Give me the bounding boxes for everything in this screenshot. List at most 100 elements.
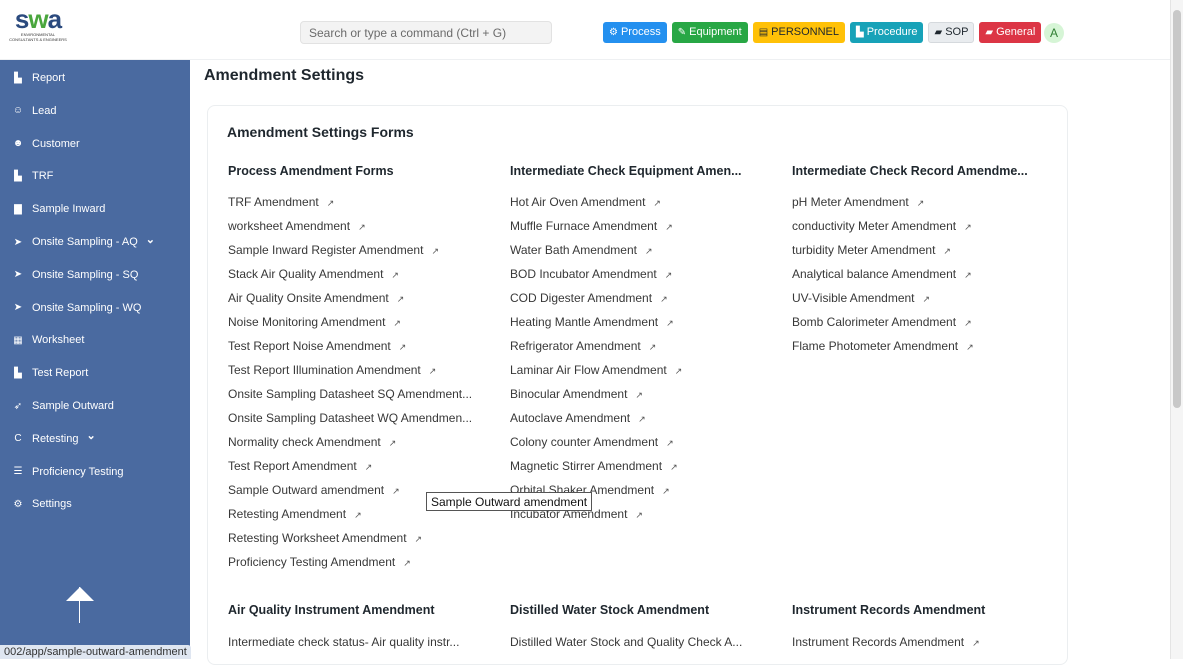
quick-button-procedure[interactable]: ▙ Procedure bbox=[850, 22, 924, 43]
company-logo[interactable]: swa ENVIRONMENTAL CONSULTANTS & ENGINEER… bbox=[8, 6, 68, 52]
sidebar: ▙ Report ☺ Lead ☻ Customer ▙ TRF ▇ Sample Inward ➤… bbox=[0, 60, 190, 659]
amendment-link[interactable]: Heating Mantle Amendment ↗ bbox=[510, 315, 674, 329]
amendment-link[interactable]: Intermediate check status- Air quality i… bbox=[228, 635, 459, 649]
amendment-link[interactable]: Hot Air Oven Amendment ↗ bbox=[510, 195, 661, 209]
amendment-link[interactable]: Sample Inward Register Amendment ↗ bbox=[228, 243, 439, 257]
amendment-link[interactable]: Bomb Calorimeter Amendment ↗ bbox=[792, 315, 972, 329]
amendment-link[interactable]: TRF Amendment ↗ bbox=[228, 195, 334, 209]
sidebar-item-test-report[interactable]: ▙ Test Report bbox=[12, 358, 88, 388]
settings-card bbox=[207, 105, 1068, 665]
quick-button-label: General bbox=[996, 26, 1036, 38]
sidebar-item-sample-inward[interactable]: ▇ Sample Inward bbox=[12, 194, 105, 224]
quick-links: ⚙ Process ✎ Equipment ▤ PERSONNEL ▙ Procedure ▰ S… bbox=[603, 22, 1042, 43]
sidebar-item-retesting[interactable]: C Retesting ⌄ bbox=[12, 424, 96, 454]
external-link-icon: ↗ bbox=[354, 510, 362, 520]
sidebar-item-proficiency-testing[interactable]: ☰ Proficiency Testing bbox=[12, 457, 124, 487]
sidebar-item-customer[interactable]: ☻ Customer bbox=[12, 129, 80, 159]
link-label: Normality check Amendment bbox=[228, 435, 381, 449]
amendment-link[interactable]: Flame Photometer Amendment ↗ bbox=[792, 339, 974, 353]
link-label: Water Bath Amendment bbox=[510, 243, 637, 257]
link-label: UV-Visible Amendment bbox=[792, 291, 915, 305]
link-label: Muffle Furnace Amendment bbox=[510, 219, 658, 233]
amendment-link[interactable]: Water Bath Amendment ↗ bbox=[510, 243, 653, 257]
sidebar-item-label: Sample Outward bbox=[32, 400, 114, 412]
external-link-icon: ↗ bbox=[964, 270, 972, 280]
card-title: Amendment Settings Forms bbox=[227, 124, 414, 140]
amendment-link[interactable]: worksheet Amendment ↗ bbox=[228, 219, 366, 233]
wrench-icon: ✎ bbox=[677, 27, 687, 38]
gears-icon: ⚙ bbox=[13, 498, 23, 510]
sidebar-item-onsite-sampling-wq[interactable]: ➤ Onsite Sampling - WQ bbox=[12, 293, 142, 323]
sidebar-item-worksheet[interactable]: ▦ Worksheet bbox=[12, 325, 84, 355]
quick-button-sop[interactable]: ▰ SOP bbox=[928, 22, 975, 43]
external-link-icon: ↗ bbox=[396, 294, 405, 304]
amendment-link[interactable]: Onsite Sampling Datasheet WQ Amendmen... bbox=[228, 411, 472, 425]
sidebar-item-settings[interactable]: ⚙ Settings bbox=[12, 489, 72, 519]
external-link-icon: ↗ bbox=[393, 318, 401, 328]
quick-button-personnel[interactable]: ▤ PERSONNEL bbox=[752, 22, 846, 43]
amendment-link[interactable]: Normality check Amendment ↗ bbox=[228, 435, 396, 449]
column-heading: Process Amendment Forms bbox=[228, 164, 394, 178]
amendment-link[interactable]: COD Digester Amendment ↗ bbox=[510, 291, 668, 305]
external-link-icon: ↗ bbox=[326, 198, 335, 208]
column-heading: Distilled Water Stock Amendment bbox=[510, 603, 710, 617]
amendment-link[interactable]: Magnetic Stirrer Amendment ↗ bbox=[510, 459, 678, 473]
external-link-icon: ↗ bbox=[662, 486, 670, 496]
quick-button-general[interactable]: ▰ General bbox=[979, 22, 1042, 43]
sidebar-item-trf[interactable]: ▙ TRF bbox=[12, 161, 53, 191]
link-label: Colony counter Amendment bbox=[510, 435, 659, 449]
link-label: Retesting Worksheet Amendment bbox=[228, 531, 407, 545]
amendment-link[interactable]: Laminar Air Flow Amendment ↗ bbox=[510, 363, 682, 377]
amendment-link[interactable]: Muffle Furnace Amendment ↗ bbox=[510, 219, 673, 233]
location-arrow-icon: ➤ bbox=[13, 302, 23, 314]
sidebar-item-report[interactable]: ▙ Report bbox=[12, 63, 65, 93]
sidebar-item-onsite-sampling-sq[interactable]: ➤ Onsite Sampling - SQ bbox=[12, 260, 139, 290]
amendment-link[interactable]: UV-Visible Amendment ↗ bbox=[792, 291, 930, 305]
amendment-link[interactable]: pH Meter Amendment ↗ bbox=[792, 195, 924, 209]
avatar[interactable]: A bbox=[1044, 23, 1064, 43]
external-link-icon: ↗ bbox=[964, 222, 972, 232]
sidebar-item-lead[interactable]: ☺ Lead bbox=[12, 96, 57, 126]
amendment-link[interactable]: BOD Incubator Amendment ↗ bbox=[510, 267, 672, 281]
sidebar-item-onsite-sampling-aq[interactable]: ➤ Onsite Sampling - AQ ⌄ bbox=[12, 227, 155, 257]
quick-button-process[interactable]: ⚙ Process bbox=[603, 22, 667, 43]
amendment-link[interactable]: Test Report Amendment ↗ bbox=[228, 459, 372, 473]
amendment-link[interactable]: Distilled Water Stock and Quality Check … bbox=[510, 635, 742, 649]
amendment-link[interactable]: Colony counter Amendment ↗ bbox=[510, 435, 674, 449]
amendment-link[interactable]: Onsite Sampling Datasheet SQ Amendment..… bbox=[228, 387, 472, 401]
amendment-link[interactable]: Analytical balance Amendment ↗ bbox=[792, 267, 972, 281]
search-input[interactable]: Search or type a command (Ctrl + G) bbox=[300, 21, 552, 44]
external-link-icon: ↗ bbox=[358, 222, 366, 232]
amendment-link[interactable]: Sample Outward amendment ↗ bbox=[228, 483, 400, 497]
scrollbar-thumb[interactable] bbox=[1173, 10, 1181, 408]
amendment-link[interactable]: Retesting Worksheet Amendment ↗ bbox=[228, 531, 422, 545]
link-label: Laminar Air Flow Amendment bbox=[510, 363, 667, 377]
amendment-link[interactable]: Binocular Amendment ↗ bbox=[510, 387, 643, 401]
sidebar-item-label: TRF bbox=[32, 170, 54, 183]
amendment-link[interactable]: conductivity Meter Amendment ↗ bbox=[792, 219, 972, 233]
quick-button-equipment[interactable]: ✎ Equipment bbox=[671, 22, 748, 43]
amendment-link[interactable]: Autoclave Amendment ↗ bbox=[510, 411, 646, 425]
amendment-link[interactable]: Retesting Amendment ↗ bbox=[228, 507, 362, 521]
amendment-link[interactable]: turbidity Meter Amendment ↗ bbox=[792, 243, 951, 257]
amendment-link[interactable]: Refrigerator Amendment ↗ bbox=[510, 339, 656, 353]
link-label: pH Meter Amendment bbox=[792, 195, 909, 209]
amendment-link[interactable]: Proficiency Testing Amendment ↗ bbox=[228, 555, 411, 569]
amendment-link[interactable]: Test Report Illumination Amendment ↗ bbox=[228, 363, 436, 377]
page-scrollbar[interactable] bbox=[1170, 0, 1183, 659]
amendment-link[interactable]: Instrument Records Amendment ↗ bbox=[792, 635, 980, 649]
link-label: Retesting Amendment bbox=[228, 507, 347, 521]
link-label: Proficiency Testing Amendment bbox=[228, 555, 396, 569]
logo-wordmark: swa bbox=[14, 4, 62, 34]
chevron-down-icon: ⌄ bbox=[86, 430, 96, 443]
link-label: conductivity Meter Amendment bbox=[792, 219, 957, 233]
sidebar-item-label: Worksheet bbox=[32, 334, 85, 347]
external-link-icon: ↗ bbox=[638, 414, 646, 424]
amendment-link[interactable]: Test Report Noise Amendment ↗ bbox=[228, 339, 406, 353]
amendment-link[interactable]: Noise Monitoring Amendment ↗ bbox=[228, 315, 401, 329]
sidebar-item-label: Onsite Sampling - AQ bbox=[32, 236, 138, 248]
amendment-link[interactable]: Air Quality Onsite Amendment ↗ bbox=[228, 291, 404, 305]
sidebar-item-sample-outward[interactable]: ➶ Sample Outward bbox=[12, 391, 114, 421]
quick-button-label: Process bbox=[620, 26, 661, 38]
amendment-link[interactable]: Stack Air Quality Amendment ↗ bbox=[228, 267, 399, 281]
